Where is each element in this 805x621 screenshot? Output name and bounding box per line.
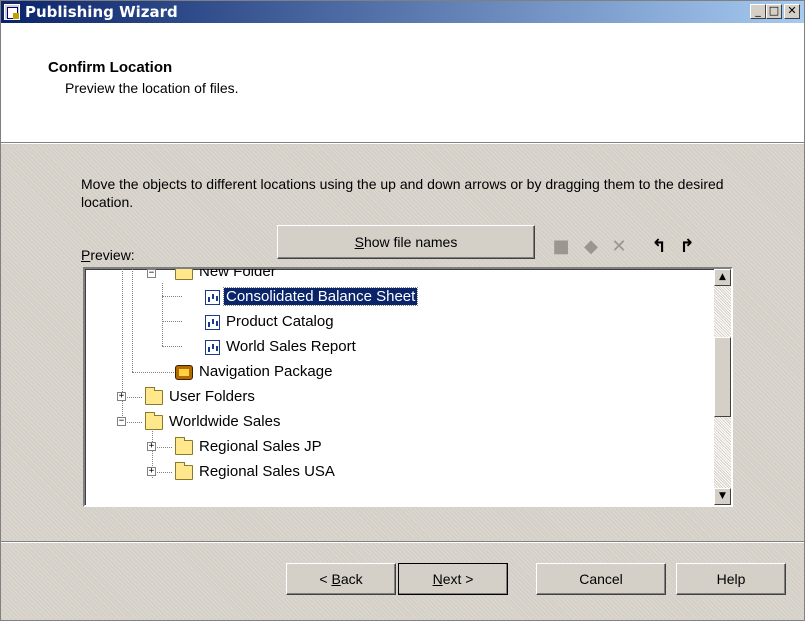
preview-label-rest: review:: [90, 247, 135, 263]
preview-tree[interactable]: − New Folder Consolidated Balance Sheet …: [83, 267, 733, 507]
page-title: Confirm Location: [48, 59, 173, 76]
tree-item-user-folders[interactable]: User Folders: [145, 386, 257, 408]
tree-line: [162, 283, 163, 346]
title-bar[interactable]: Publishing Wizard _ □ ✕: [1, 1, 804, 23]
tree-item-consolidated-balance-sheet[interactable]: Consolidated Balance Sheet: [205, 286, 419, 308]
wizard-body: Move the objects to different locations …: [1, 145, 804, 541]
tree-line: [162, 321, 182, 322]
next-button[interactable]: Next >: [398, 563, 508, 595]
wizard-app-icon: [4, 4, 20, 20]
tree-item-label: Consolidated Balance Sheet: [222, 287, 419, 306]
folder-icon: [175, 461, 193, 480]
show-file-names-rest: how file names: [363, 234, 458, 250]
tree-line: [132, 269, 133, 372]
next-mnemonic: N: [432, 571, 443, 587]
tree-item-new-folder[interactable]: New Folder: [175, 267, 278, 283]
show-file-names-button[interactable]: Show file names: [277, 225, 535, 259]
publishing-wizard-window: Publishing Wizard _ □ ✕ Confirm Location…: [0, 0, 805, 621]
back-rest: ack: [340, 571, 363, 587]
wizard-header: Confirm Location Preview the location of…: [1, 23, 804, 144]
tree-line: [162, 296, 182, 297]
page-subtitle: Preview the location of files.: [65, 80, 239, 96]
expand-toggle[interactable]: +: [147, 467, 156, 476]
collapse-toggle[interactable]: −: [117, 417, 126, 426]
report-icon: [205, 289, 220, 305]
tree-item-regional-sales-usa[interactable]: Regional Sales USA: [175, 461, 337, 483]
minimize-button[interactable]: _: [750, 4, 766, 19]
back-mnemonic: B: [331, 571, 341, 587]
tree-item-label: Regional Sales USA: [199, 463, 335, 480]
help-button[interactable]: Help: [676, 563, 786, 595]
tree-item-regional-sales-jp[interactable]: Regional Sales JP: [175, 436, 324, 458]
scroll-up-arrow-icon[interactable]: ▲: [714, 269, 731, 286]
tree-item-label: Worldwide Sales: [169, 413, 281, 430]
move-up-icon[interactable]: ↰: [649, 237, 669, 257]
close-button[interactable]: ✕: [784, 4, 800, 19]
preview-label: Preview:: [81, 247, 135, 263]
folder-icon: [175, 269, 193, 280]
tree-item-world-sales-report[interactable]: World Sales Report: [205, 336, 358, 358]
window-title: Publishing Wizard: [25, 3, 178, 21]
scroll-down-arrow-icon[interactable]: ▼: [714, 488, 731, 505]
tree-line: [152, 267, 172, 268]
collapse-toggle[interactable]: −: [147, 269, 156, 278]
preview-mnemonic: P: [81, 247, 91, 263]
new-package-icon[interactable]: ◆: [581, 237, 601, 257]
vertical-scrollbar[interactable]: ▲ ▼: [714, 269, 731, 505]
package-icon: [175, 364, 193, 380]
tree-item-label: Navigation Package: [199, 363, 333, 380]
back-prefix: <: [319, 571, 332, 587]
tree-item-label: World Sales Report: [226, 338, 356, 355]
tree-item-label: Regional Sales JP: [199, 438, 322, 455]
wizard-footer: < Back Next > Cancel Help: [1, 543, 804, 620]
instruction-text: Move the objects to different locations …: [81, 176, 724, 210]
move-to-parent-icon[interactable]: ↱: [677, 237, 697, 257]
tree-item-label: User Folders: [169, 388, 255, 405]
report-icon: [205, 339, 220, 355]
tree-item-navigation-package[interactable]: Navigation Package: [175, 361, 334, 383]
folder-icon: [145, 411, 163, 430]
maximize-button[interactable]: □: [766, 4, 782, 19]
tree-item-product-catalog[interactable]: Product Catalog: [205, 311, 336, 333]
show-file-names-mnemonic: S: [354, 234, 364, 250]
folder-icon: [145, 386, 163, 405]
tree-line: [162, 346, 182, 347]
new-folder-icon[interactable]: ■: [551, 237, 571, 257]
scrollbar-thumb[interactable]: [714, 337, 731, 417]
expand-toggle[interactable]: +: [117, 392, 126, 401]
cancel-button[interactable]: Cancel: [536, 563, 666, 595]
tree-item-label: New Folder: [199, 267, 276, 280]
delete-icon[interactable]: ✕: [609, 237, 629, 257]
expand-toggle[interactable]: +: [147, 442, 156, 451]
tree-item-label: Product Catalog: [226, 313, 334, 330]
folder-icon: [175, 436, 193, 455]
tree-item-worldwide-sales[interactable]: Worldwide Sales: [145, 411, 282, 433]
back-button[interactable]: < Back: [286, 563, 396, 595]
report-icon: [205, 314, 220, 330]
next-rest: ext >: [442, 571, 474, 587]
tree-line: [132, 372, 174, 373]
